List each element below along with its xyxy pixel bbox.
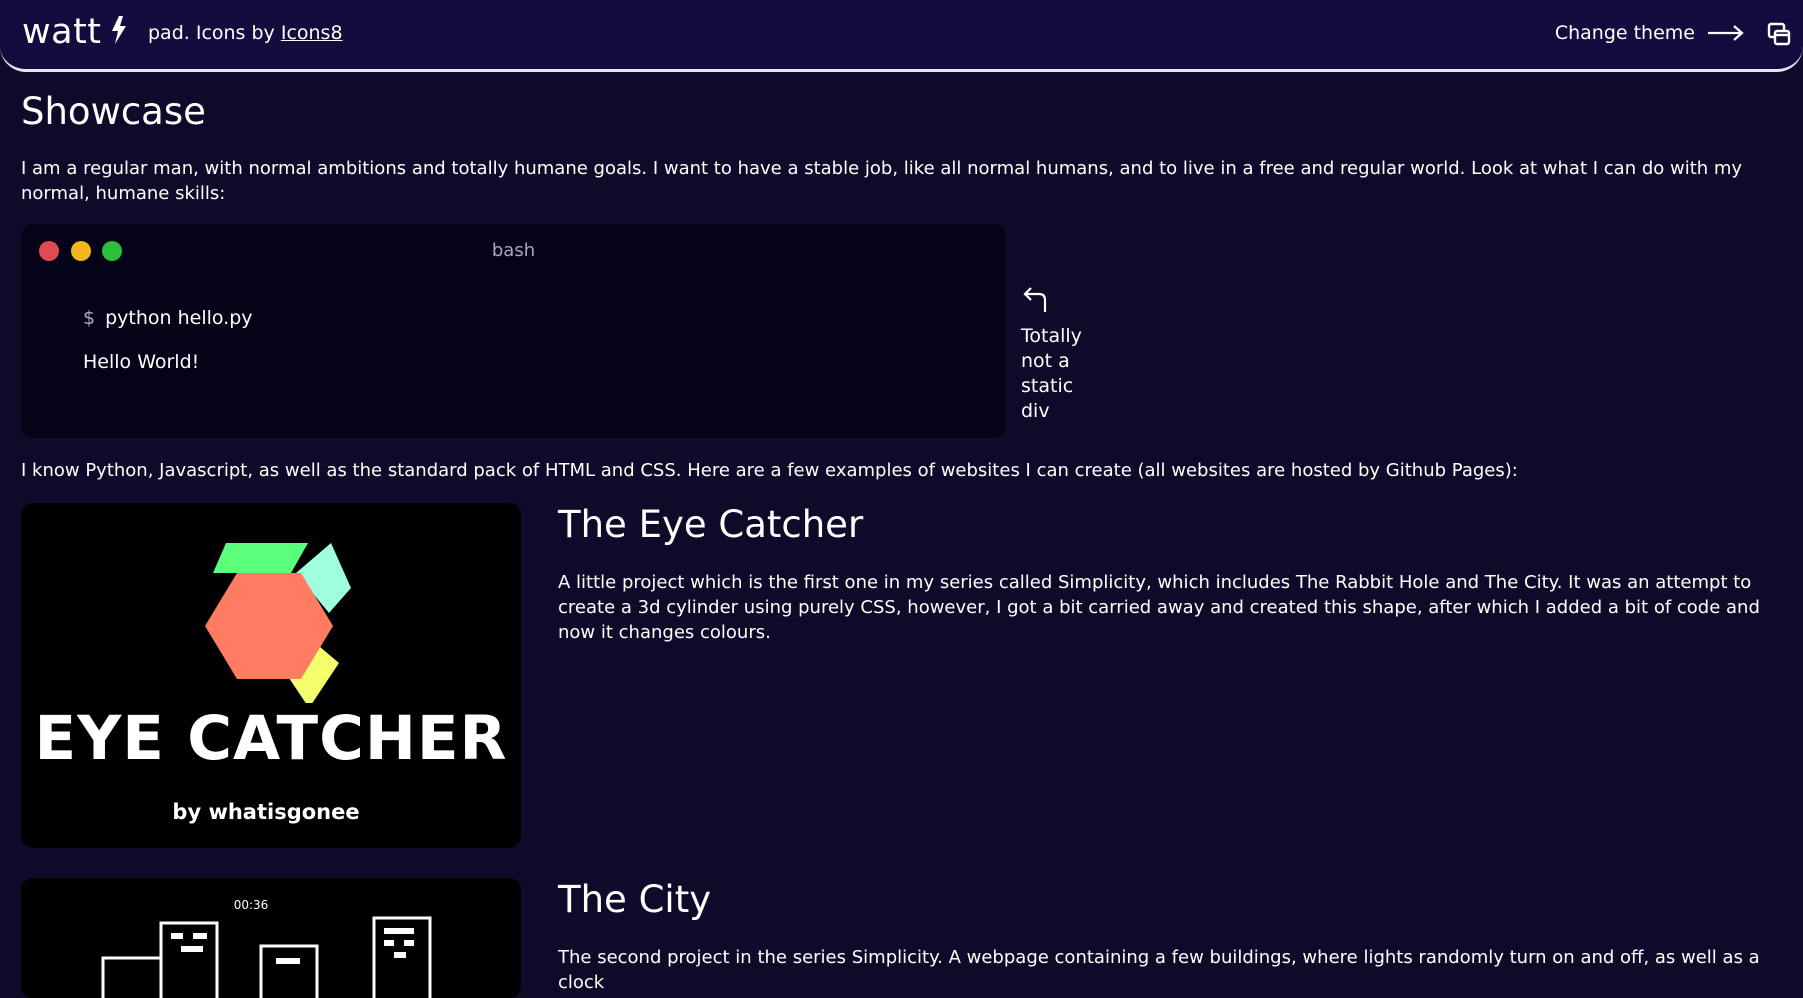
prompt-symbol: $ <box>83 307 96 329</box>
header-bar: watt pad. Icons by Icons8 Change theme <box>0 0 1803 72</box>
change-theme-button[interactable]: Change theme <box>1555 22 1695 44</box>
project-title[interactable]: The Eye Catcher <box>558 503 863 547</box>
eye-catcher-heading: EYE CATCHER <box>34 703 508 774</box>
page-title: Showcase <box>21 90 206 133</box>
arrow-right-icon[interactable] <box>1707 22 1745 44</box>
terminal-command-line: $ python hello.py <box>83 307 253 329</box>
project-description: A little project which is the first one … <box>558 572 1760 643</box>
eye-catcher-thumbnail[interactable]: EYE CATCHER by whatisgonee <box>21 503 521 848</box>
arrow-return-left-icon <box>1023 287 1047 312</box>
project-title[interactable]: The City <box>558 878 711 922</box>
lightning-bolt-icon <box>112 16 126 44</box>
skills-text: I know Python, Javascript, as well as th… <box>21 460 1518 481</box>
brand-logo[interactable]: watt <box>22 12 102 52</box>
eye-catcher-byline: by whatisgonee <box>172 800 360 824</box>
terminal-section: bash $ python hello.py Hello World! Total… <box>21 224 1221 440</box>
terminal-window: bash $ python hello.py Hello World! <box>21 224 1006 438</box>
windows-icon[interactable] <box>1767 22 1791 46</box>
terminal-command: python hello.py <box>105 307 253 329</box>
icons8-link[interactable]: Icons8 <box>281 22 343 44</box>
tagline-prefix: pad. Icons by <box>148 22 281 44</box>
side-note: Totally not a static div <box>1021 325 1082 422</box>
terminal-output: Hello World! <box>83 351 200 373</box>
terminal-title: bash <box>491 240 536 261</box>
project-description: The second project in the series Simplic… <box>558 947 1760 993</box>
hexagon-logo-icon <box>205 543 351 703</box>
the-city-thumbnail[interactable]: 00:36 <box>21 878 521 998</box>
tagline: pad. Icons by Icons8 <box>148 22 343 44</box>
city-buildings-icon <box>101 916 432 998</box>
intro-text: I am a regular man, with normal ambition… <box>21 158 1743 204</box>
main-content: Showcase I am a regular man, with normal… <box>21 90 1786 998</box>
